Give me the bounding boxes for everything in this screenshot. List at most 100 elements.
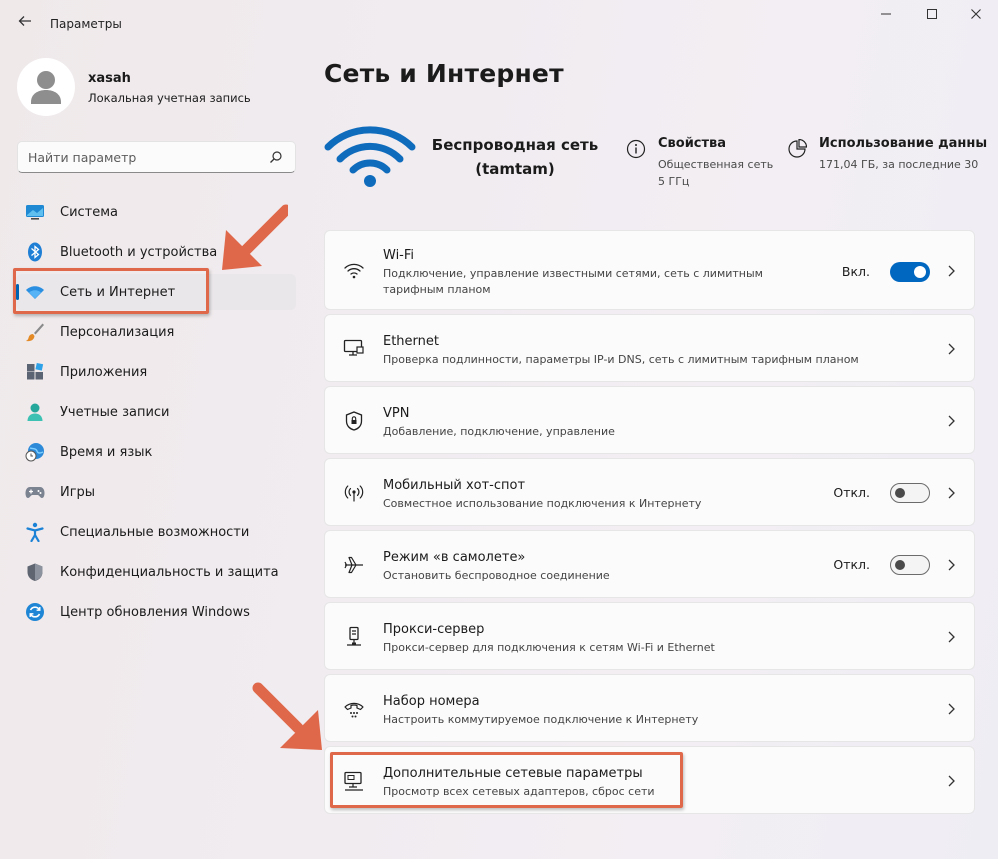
shield-icon bbox=[27, 563, 43, 581]
info-icon bbox=[626, 139, 646, 159]
wifi-signal-icon bbox=[324, 126, 416, 187]
sidebar-item-label: Учетные записи bbox=[60, 405, 170, 420]
toggle-knob bbox=[895, 560, 905, 570]
sidebar-item-label: Время и язык bbox=[60, 445, 153, 460]
search-box[interactable] bbox=[17, 141, 296, 173]
gamepad-icon bbox=[25, 487, 45, 498]
data-usage-link[interactable]: Использование данны 171,04 ГБ, за послед… bbox=[787, 136, 987, 176]
proxy-icon bbox=[347, 626, 361, 646]
card-proxy[interactable]: Прокси-сервер Прокси-сервер для подключе… bbox=[324, 602, 975, 670]
chevron-right-icon bbox=[948, 265, 955, 277]
arrow-down-right-icon bbox=[252, 682, 322, 750]
ethernet-icon bbox=[343, 339, 364, 356]
wifi-toggle[interactable] bbox=[890, 262, 930, 282]
card-title: Wi-Fi bbox=[383, 248, 415, 263]
sidebar-item-windows-update[interactable]: Центр обновления Windows bbox=[16, 594, 296, 630]
card-title: Ethernet bbox=[383, 334, 439, 349]
card-vpn[interactable]: VPN Добавление, подключение, управление bbox=[324, 386, 975, 454]
sidebar-item-accounts[interactable]: Учетные записи bbox=[16, 394, 296, 430]
sidebar-item-label: Bluetooth и устройства bbox=[60, 245, 218, 260]
sidebar-item-label: Конфиденциальность и защита bbox=[60, 565, 279, 580]
connection-type: Беспроводная сеть bbox=[431, 136, 599, 154]
avatar[interactable] bbox=[17, 58, 75, 116]
card-airplane-mode[interactable]: Режим «в самолете» Остановить беспроводн… bbox=[324, 530, 975, 598]
card-ethernet[interactable]: Ethernet Проверка подлинности, параметры… bbox=[324, 314, 975, 382]
bluetooth-icon bbox=[28, 242, 42, 262]
sidebar-item-label: Специальные возможности bbox=[60, 525, 250, 540]
vpn-shield-icon bbox=[345, 411, 363, 431]
properties-link[interactable]: Свойства Общественная сеть 5 ГГц bbox=[626, 136, 776, 196]
card-title: VPN bbox=[383, 406, 410, 421]
globe-clock-icon bbox=[25, 443, 44, 462]
chevron-right-icon bbox=[948, 487, 955, 499]
chevron-right-icon bbox=[948, 703, 955, 715]
network-profile: Общественная сеть bbox=[658, 158, 774, 171]
card-title: Мобильный хот-спот bbox=[383, 478, 526, 493]
page-title: Сеть и Интернет bbox=[324, 59, 564, 88]
toggle-state-label: Вкл. bbox=[841, 264, 870, 279]
card-title: Режим «в самолете» bbox=[383, 550, 526, 565]
sidebar-item-personalization[interactable]: Персонализация bbox=[16, 314, 296, 350]
sidebar-item-accessibility[interactable]: Специальные возможности bbox=[16, 514, 296, 550]
card-description: Остановить беспроводное соединение bbox=[383, 569, 610, 582]
sidebar-item-gaming[interactable]: Игры bbox=[16, 474, 296, 510]
app-title: Параметры bbox=[50, 17, 122, 31]
toggle-state-label: Откл. bbox=[833, 485, 870, 500]
network-band: 5 ГГц bbox=[658, 175, 690, 188]
chevron-right-icon bbox=[948, 415, 955, 427]
dialup-icon bbox=[344, 702, 364, 718]
account-type: Локальная учетная запись bbox=[88, 91, 251, 105]
sidebar-item-apps[interactable]: Приложения bbox=[16, 354, 296, 390]
connection-ssid: (tamtam) bbox=[475, 160, 555, 178]
card-title: Набор номера bbox=[383, 694, 480, 709]
chevron-right-icon bbox=[948, 343, 955, 355]
sidebar-item-label: Система bbox=[60, 205, 119, 220]
card-wifi[interactable]: Wi-Fi Подключение, управление известными… bbox=[324, 230, 975, 310]
connection-name: Беспроводная сеть (tamtam) bbox=[420, 133, 610, 181]
search-input[interactable] bbox=[26, 148, 266, 166]
highlight-box-advanced-settings bbox=[330, 752, 683, 808]
sidebar-item-label: Приложения bbox=[60, 365, 148, 380]
apps-icon bbox=[27, 362, 44, 380]
card-mobile-hotspot[interactable]: Мобильный хот-спот Совместное использова… bbox=[324, 458, 975, 526]
system-icon bbox=[26, 205, 44, 220]
back-arrow-icon[interactable] bbox=[14, 13, 36, 35]
sidebar-item-label: Персонализация bbox=[60, 325, 175, 340]
properties-title: Свойства bbox=[658, 136, 727, 151]
settings-list: Wi-Fi Подключение, управление известными… bbox=[324, 230, 975, 818]
accessibility-icon bbox=[26, 522, 44, 542]
person-icon bbox=[31, 71, 61, 104]
card-description: Прокси-сервер для подключения к сетям Wi… bbox=[383, 641, 715, 654]
maximize-button[interactable] bbox=[917, 6, 947, 28]
hotspot-toggle[interactable] bbox=[890, 483, 930, 503]
close-button[interactable] bbox=[961, 6, 991, 28]
arrow-down-left-icon bbox=[222, 204, 288, 270]
highlight-box-network bbox=[13, 268, 209, 314]
card-title: Прокси-сервер bbox=[383, 622, 485, 637]
pie-chart-icon bbox=[788, 139, 807, 158]
brush-icon bbox=[26, 323, 44, 342]
toggle-knob bbox=[914, 266, 926, 278]
hotspot-icon bbox=[344, 485, 364, 502]
airplane-mode-toggle[interactable] bbox=[890, 555, 930, 575]
minimize-button[interactable] bbox=[871, 6, 901, 28]
search-icon[interactable] bbox=[269, 150, 283, 164]
account-icon bbox=[27, 403, 43, 421]
data-usage-title: Использование данны bbox=[819, 136, 988, 151]
user-name: xasah bbox=[88, 71, 131, 86]
toggle-knob bbox=[895, 488, 905, 498]
chevron-right-icon bbox=[948, 775, 955, 787]
sidebar-item-privacy[interactable]: Конфиденциальность и защита bbox=[16, 554, 296, 590]
sidebar-item-label: Центр обновления Windows bbox=[60, 605, 250, 620]
airplane-icon bbox=[344, 556, 363, 574]
data-usage-amount: 171,04 ГБ, за последние 30 bbox=[819, 158, 979, 171]
wifi-icon bbox=[344, 263, 364, 279]
card-dial-up[interactable]: Набор номера Настроить коммутируемое под… bbox=[324, 674, 975, 742]
chevron-right-icon bbox=[948, 559, 955, 571]
title-bar: Параметры bbox=[0, 0, 998, 48]
card-description: Проверка подлинности, параметры IP-и DNS… bbox=[383, 353, 859, 366]
card-description: Настроить коммутируемое подключение к Ин… bbox=[383, 713, 699, 726]
card-description: Совместное использование подключения к И… bbox=[383, 497, 702, 510]
sidebar-item-time-language[interactable]: Время и язык bbox=[16, 434, 296, 470]
card-description: Добавление, подключение, управление bbox=[383, 425, 615, 438]
